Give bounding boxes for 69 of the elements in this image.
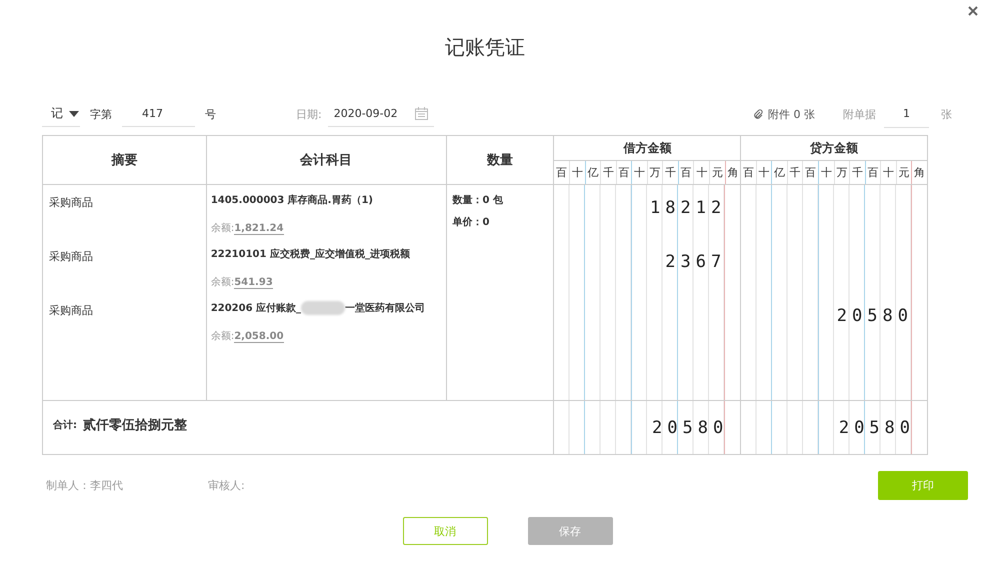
digit-place-label: 十 [632, 161, 648, 184]
column-header: 会计科目 [206, 136, 447, 184]
digit-place-label: 角 [726, 165, 740, 181]
digit-place-label: 千 [601, 161, 617, 184]
amount-digits: 2367 [665, 251, 726, 273]
caret-icon [69, 110, 79, 116]
column-header: 贷方金额 [741, 136, 927, 161]
redacted-block [301, 301, 346, 315]
paperclip-icon [753, 108, 764, 120]
date-field[interactable]: 2020-09-02 [328, 101, 434, 127]
digit-place-label: 百 [616, 161, 632, 184]
digit-place-label: 十 [756, 161, 772, 184]
number-unit: 号 [205, 106, 216, 122]
reviewer-label: 审核人: [208, 478, 245, 492]
column-header: 摘要 [43, 136, 207, 184]
date-label: 日期: [296, 106, 322, 122]
total-label: 合计: [53, 418, 77, 432]
account-name: 220206 应付账款_ [210, 301, 302, 315]
digit-place-label: 千 [663, 161, 679, 184]
digit-place-label: 十 [570, 161, 586, 184]
digit-place-label: 万 [648, 161, 664, 184]
voucher-type-dropdown[interactable]: 记 [42, 101, 80, 127]
digit-place-label: 十 [694, 161, 710, 184]
digit-place-label: 百 [554, 161, 570, 184]
account-name: 一堂医药有限公司 [345, 302, 426, 315]
balance-value: 2,058.00 [234, 331, 284, 343]
word-label: 字第 [90, 106, 112, 122]
digit-place-label: 百 [678, 161, 694, 184]
digit-place-label: 百 [866, 161, 882, 184]
digit-place-label: 千 [788, 161, 804, 184]
digit-place-label: 万 [834, 161, 850, 184]
balance-value: 1,821.24 [234, 223, 284, 235]
total-amount-digits: 20580 [838, 416, 916, 438]
digit-place-label: 亿 [772, 161, 788, 184]
column-header: 数量 [446, 136, 554, 184]
digit-place-label: 角 [913, 165, 926, 181]
digit-place-label: 百 [803, 161, 820, 184]
digit-place-label: 亿 [586, 161, 602, 184]
summary-cell: 采购商品 [49, 304, 93, 317]
preparer-label: 制单人：李四代 [46, 478, 124, 492]
account-name: 1405.000003 库存商品.胃药（1) [210, 193, 373, 207]
attached-docs-field[interactable]: 1 [884, 100, 929, 128]
account-name: 22210101 应交税费_应交增值税_进项税额 [210, 247, 410, 261]
total-amount-digits: 20580 [652, 416, 728, 438]
digit-place-label: 十 [819, 161, 835, 184]
digit-place-label: 元 [710, 161, 726, 184]
attached-docs-label: 附单据 [843, 106, 876, 122]
summary-cell: 采购商品 [49, 250, 93, 263]
digit-place-label: 元 [896, 161, 912, 184]
calendar-icon [414, 107, 428, 120]
total-in-words: 贰仟零伍拾捌元整 [83, 416, 187, 434]
digit-place-label: 十 [881, 161, 897, 184]
balance-label: 余额: [210, 223, 234, 234]
balance-label: 余额: [210, 331, 234, 342]
close-icon[interactable] [968, 6, 978, 16]
attached-docs-unit: 张 [941, 106, 952, 122]
balance-label: 余额: [210, 277, 234, 288]
balance-value: 541.93 [234, 277, 273, 289]
quantity-info: 数量：0 包 [452, 194, 504, 207]
amount-digits: 18212 [650, 197, 726, 219]
amount-digits: 20580 [836, 305, 913, 327]
dialog-title: 记账凭证 [444, 34, 526, 61]
attachments-link[interactable]: 附件 0 张 [753, 106, 815, 122]
digit-place-label: 百 [741, 161, 757, 184]
column-header: 借方金额 [554, 136, 740, 161]
number-field[interactable]: 417 [122, 101, 195, 127]
summary-cell: 采购商品 [49, 196, 93, 209]
quantity-info: 单价：0 [452, 216, 491, 229]
digit-place-label: 千 [850, 161, 866, 184]
